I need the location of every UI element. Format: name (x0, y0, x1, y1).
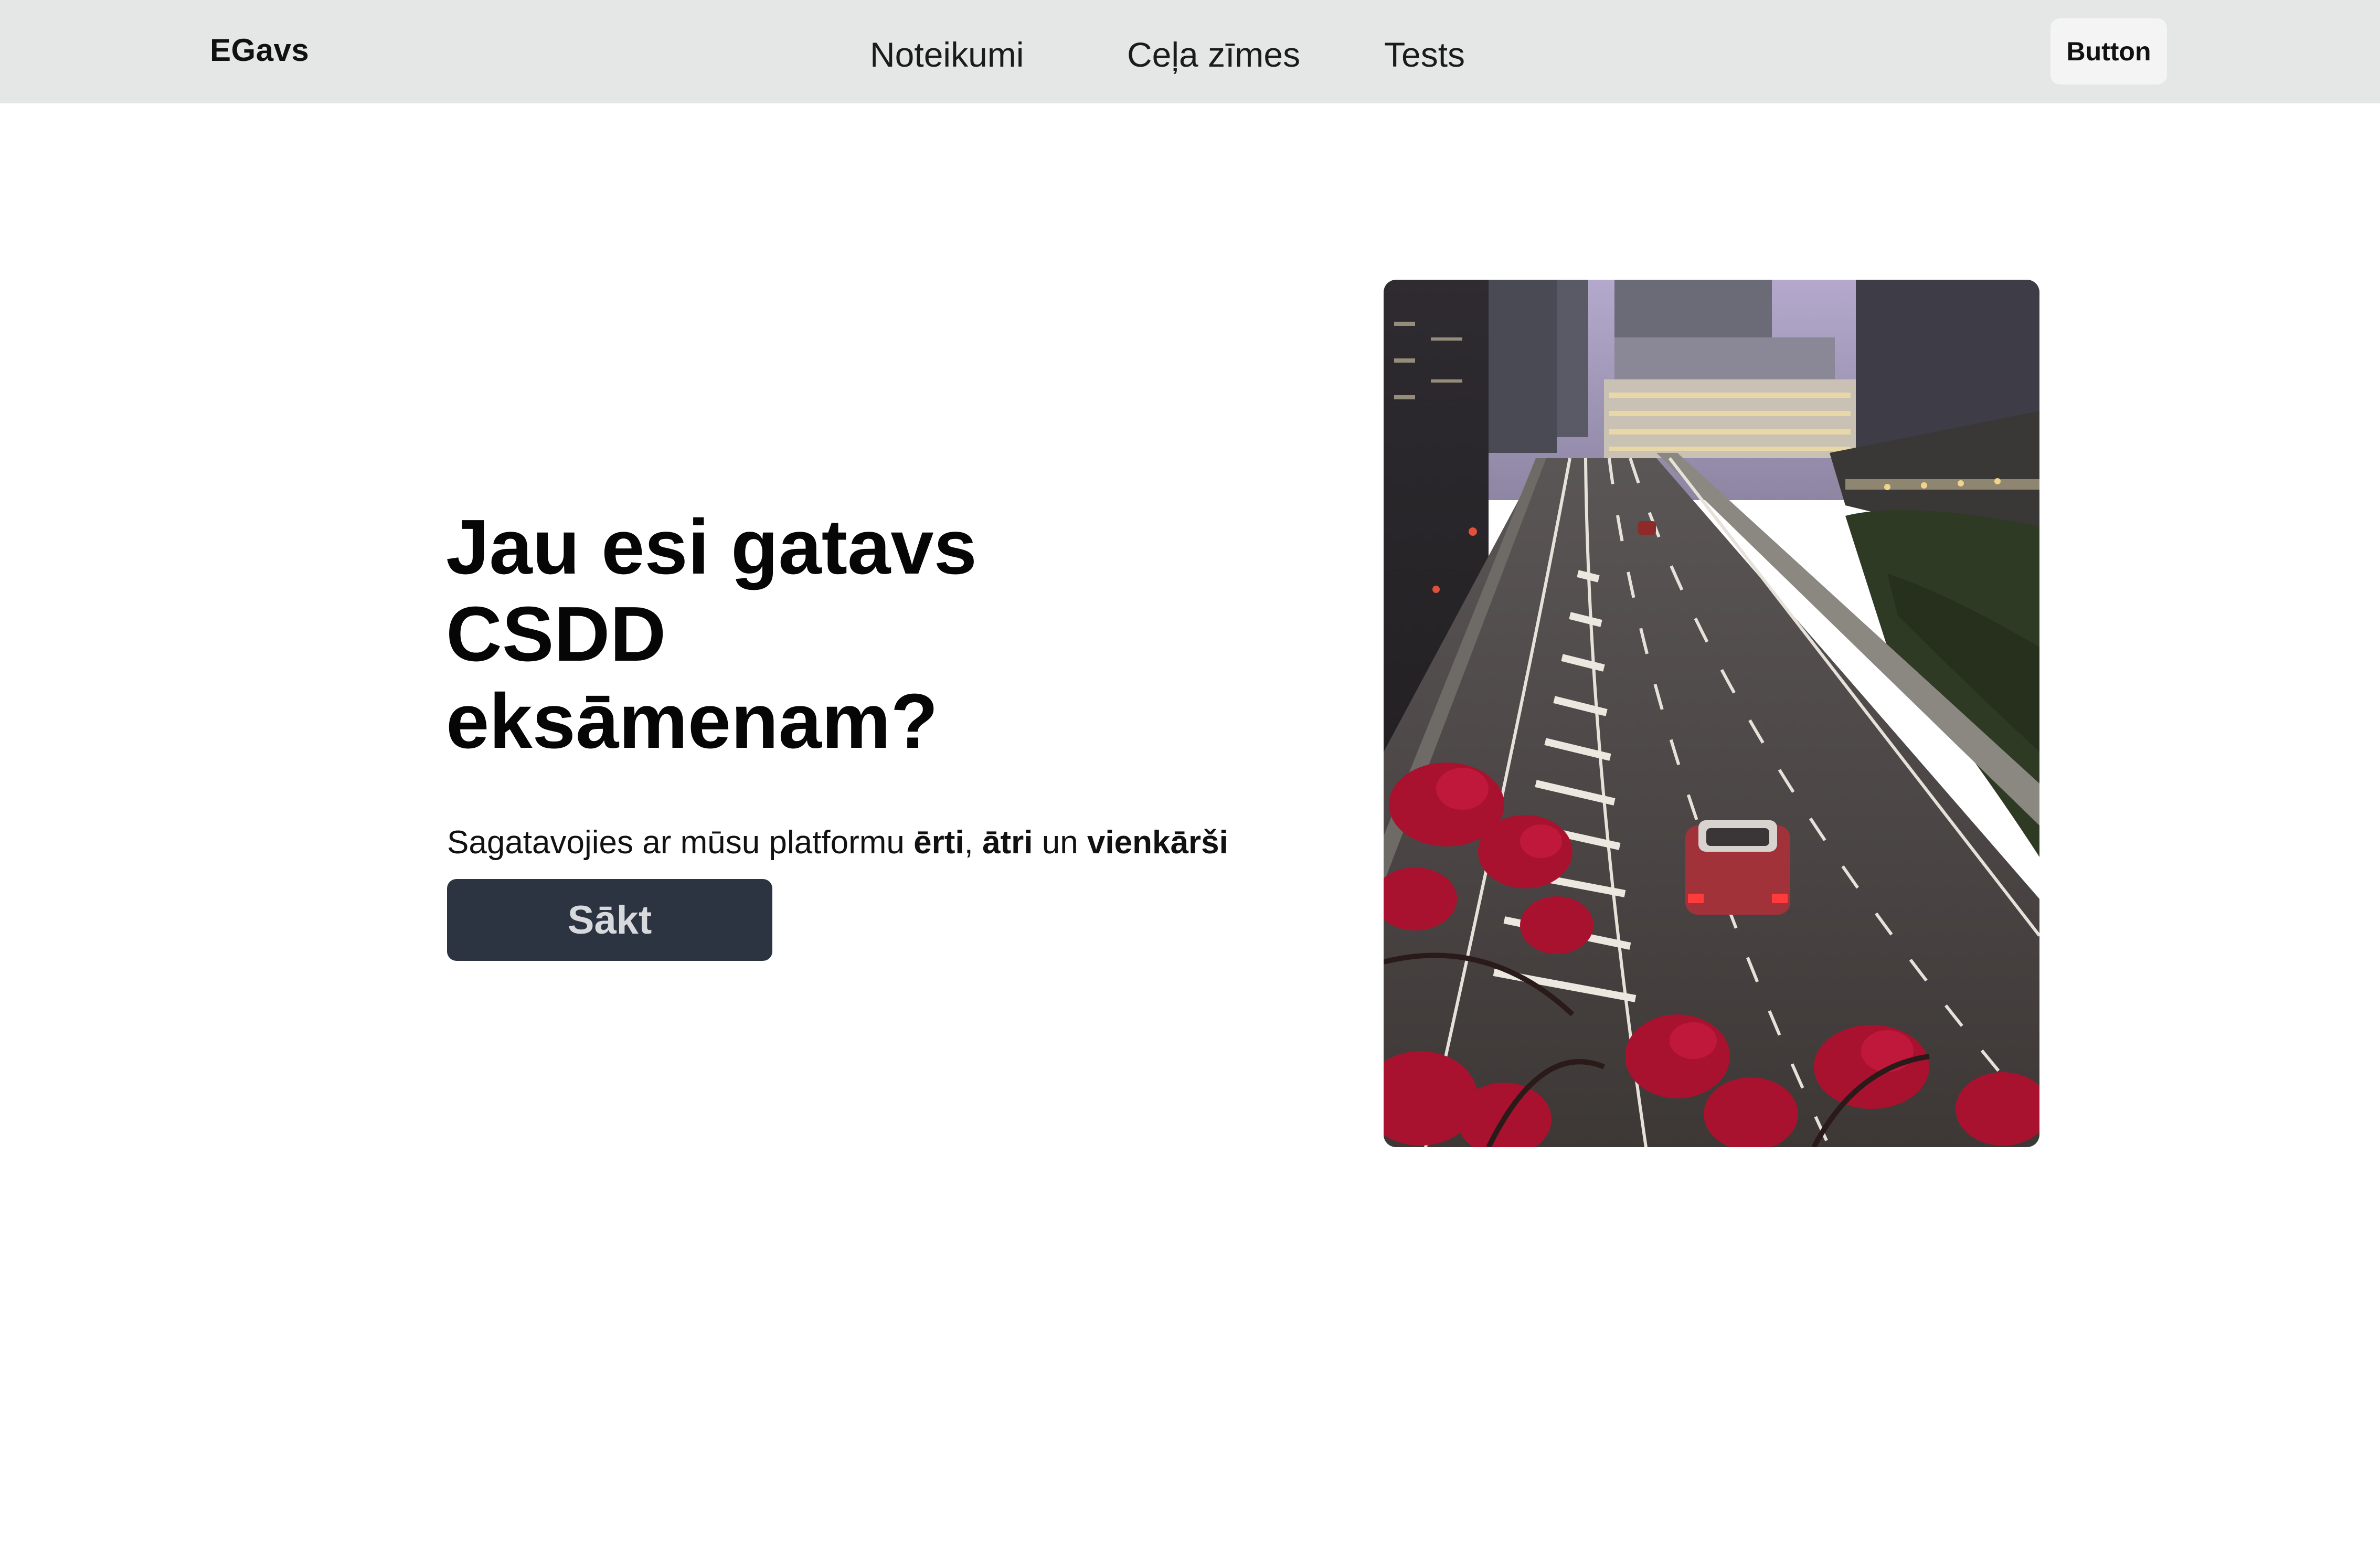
hero-subtitle-sep2: un (1033, 824, 1087, 861)
hero-subtitle-word-vienkarsi: vienkārši (1087, 824, 1228, 861)
hero-image (1384, 280, 2039, 1147)
nav-link-cela-zimes[interactable]: Ceļa zīmes (1127, 34, 1300, 76)
hero-subtitle-sep1: , (964, 824, 983, 861)
brand-logo[interactable]: EGavs (210, 30, 309, 70)
nav-link-noteikumi[interactable]: Noteikumi (870, 34, 1024, 76)
start-button[interactable]: Sākt (447, 879, 772, 961)
top-navbar: EGavs Noteikumi Ceļa zīmes Tests Button (0, 0, 2380, 103)
hero-title: Jau esi gatavs CSDD eksāmenam? (446, 504, 977, 765)
city-highway-photo-icon (1384, 280, 2039, 1147)
hero-subtitle-word-erti: ērti (913, 824, 964, 861)
header-button[interactable]: Button (2050, 18, 2167, 84)
hero-subtitle-prefix: Sagatavojies ar mūsu platformu (447, 824, 914, 861)
nav-link-tests[interactable]: Tests (1384, 34, 1465, 76)
hero-subtitle-word-atri: ātri (982, 824, 1033, 861)
hero-subtitle: Sagatavojies ar mūsu platformu ērti, ātr… (447, 822, 1228, 864)
